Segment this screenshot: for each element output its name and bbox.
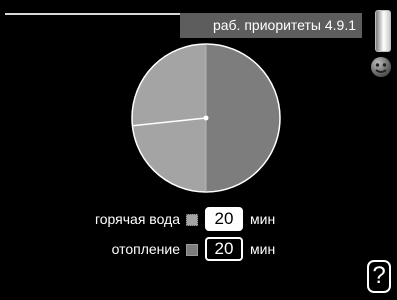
heating-legend-swatch [186,244,198,256]
smiley-icon [371,57,391,77]
header-divider [5,13,183,15]
heating-label: отопление [111,241,180,257]
hot-water-legend-swatch [186,214,198,226]
heating-minutes-input[interactable]: 20 [205,237,243,261]
page-title: раб. приоритеты 4.9.1 [180,13,362,38]
scrollbar-thumb[interactable] [375,10,391,52]
pie-slice-heating [206,44,280,192]
hot-water-label: горячая вода [94,211,180,227]
help-button[interactable]: ? [367,260,391,293]
heating-unit: мин [250,241,276,257]
priority-pie-chart [131,43,281,193]
pie-center-dot [203,115,209,121]
hot-water-unit: мин [250,211,276,227]
pie-slice-hot-water [132,44,206,192]
hot-water-minutes-input[interactable]: 20 [205,207,243,231]
